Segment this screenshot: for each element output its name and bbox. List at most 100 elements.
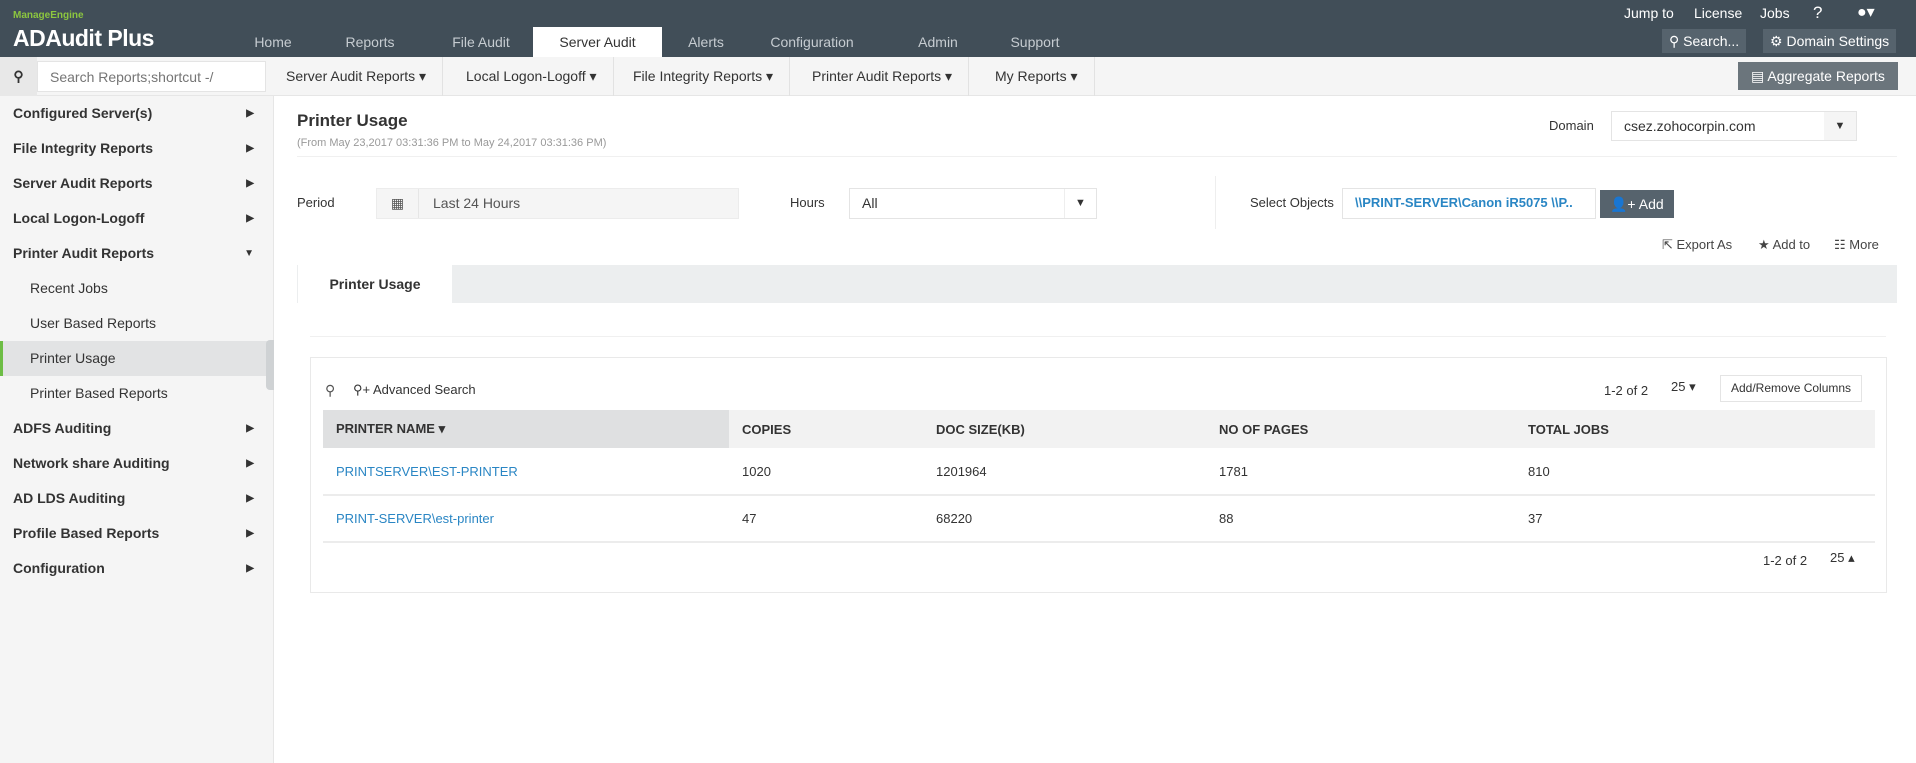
sidebar-item-user-based-reports[interactable]: User Based Reports — [0, 306, 274, 341]
tab-file-audit[interactable]: File Audit — [440, 27, 522, 57]
quick-search-icon[interactable]: ⚲ — [325, 382, 335, 399]
top-bar: ManageEngine ADAudit Plus Home Reports Fil… — [0, 0, 1916, 57]
more-button[interactable]: ☷ More — [1834, 237, 1879, 253]
jump-to-link[interactable]: Jump to — [1624, 4, 1674, 22]
caret-right-icon: ▶ — [246, 108, 254, 119]
add-to-button[interactable]: ★ Add to — [1758, 237, 1810, 253]
column-header: TOTAL JOBS — [1528, 421, 1609, 437]
report-tab-bar: Printer Usage — [297, 265, 1897, 303]
advanced-search-button[interactable]: ⚲+ Advanced Search — [353, 382, 476, 398]
report-table: PRINTER NAME ▾ COPIES DOC SIZE(KB) NO OF PA… — [323, 410, 1875, 543]
sidebar-item-configured-server-s-[interactable]: Configured Server(s) ▶ — [0, 96, 274, 131]
page-size-select-bottom[interactable]: 25 ▴ — [1830, 550, 1855, 566]
table-cell: 68220 — [936, 511, 973, 526]
subnav-local-logon-logoff[interactable]: Local Logon-Logoff ▾ — [450, 57, 614, 96]
help-icon[interactable]: ? — [1813, 4, 1822, 22]
page-size-select[interactable]: 25 ▾ — [1671, 379, 1696, 395]
subnav-my-reports[interactable]: My Reports ▾ — [979, 57, 1095, 96]
report-search-input[interactable] — [37, 61, 266, 92]
sidebar-item-ad-lds-auditing[interactable]: AD LDS Auditing ▶ — [0, 481, 274, 516]
sidebar: Configured Server(s) ▶ File Integrity Repo… — [0, 96, 274, 763]
more-icon: ☷ — [1834, 237, 1850, 252]
table-cell: 1781 — [1219, 463, 1248, 479]
tab-home[interactable]: Home — [240, 27, 306, 57]
chevron-down-icon: ▼ — [1824, 112, 1856, 140]
vendor-logo: ManageEngine — [13, 10, 84, 21]
sort-desc-icon: ▾ — [434, 421, 446, 436]
export-icon: ⇱ — [1662, 237, 1677, 252]
sidebar-item-adfs-auditing[interactable]: ADFS Auditing ▶ — [0, 411, 274, 446]
domain-select[interactable]: csez.zohocorpin.com ▼ — [1611, 111, 1857, 141]
caret-right-icon: ▶ — [246, 458, 254, 469]
product-logo: ADAudit Plus — [13, 25, 154, 51]
sidebar-item-printer-usage[interactable]: Printer Usage — [0, 341, 274, 376]
table-cell: 1201964 — [936, 463, 987, 479]
sidebar-item-recent-jobs[interactable]: Recent Jobs — [0, 271, 274, 306]
jobs-link[interactable]: Jobs — [1760, 4, 1790, 22]
caret-down-icon: ▾ — [415, 68, 427, 84]
caret-right-icon: ▶ — [246, 563, 254, 574]
export-as-button[interactable]: ⇱ Export As — [1662, 237, 1732, 253]
sidebar-item-file-integrity-reports[interactable]: File Integrity Reports ▶ — [0, 131, 274, 166]
column-header: DOC SIZE(KB) — [936, 421, 1025, 437]
add-user-icon: 👤+ — [1610, 196, 1639, 212]
search-plus-icon: ⚲+ — [353, 382, 374, 397]
tab-support[interactable]: Support — [1000, 27, 1070, 57]
hours-select[interactable]: All ▼ — [849, 188, 1097, 219]
date-range: (From May 23,2017 03:31:36 PM to May 24,… — [297, 137, 607, 149]
caret-right-icon: ▶ — [246, 423, 254, 434]
table-cell: 37 — [1528, 511, 1543, 526]
printer-name-link[interactable]: PRINTSERVER\EST-PRINTER — [323, 448, 729, 495]
sidebar-item-configuration[interactable]: Configuration ▶ — [0, 551, 274, 586]
add-remove-columns-button[interactable]: Add/Remove Columns — [1720, 375, 1863, 402]
tab-server-audit[interactable]: Server Audit — [533, 27, 662, 57]
sidebar-item-network-share-auditing[interactable]: Network share Auditing ▶ — [0, 446, 274, 481]
table-cell: 47 — [742, 511, 757, 526]
period-select[interactable]: ▦ Last 24 Hours — [376, 188, 739, 219]
sidebar-item-server-audit-reports[interactable]: Server Audit Reports ▶ — [0, 166, 274, 201]
search-icon: ⚲ — [1669, 33, 1684, 49]
tab-reports[interactable]: Reports — [335, 27, 405, 57]
sidebar-item-local-logon-logoff[interactable]: Local Logon-Logoff ▶ — [0, 201, 274, 236]
caret-down-icon: ▾ — [762, 68, 774, 84]
divider — [310, 336, 1886, 337]
add-objects-button[interactable]: 👤+ Add — [1600, 190, 1674, 218]
subnav-server-audit-reports[interactable]: Server Audit Reports ▾ — [270, 57, 444, 96]
column-header[interactable]: PRINTER NAME ▾ — [323, 410, 729, 448]
caret-down-icon: ▾ — [941, 68, 953, 84]
select-objects-label: Select Objects — [1250, 195, 1334, 210]
license-link[interactable]: License — [1694, 4, 1742, 22]
sidebar-item-printer-based-reports[interactable]: Printer Based Reports — [0, 376, 274, 411]
subnav-file-integrity-reports[interactable]: File Integrity Reports ▾ — [617, 57, 791, 96]
sidebar-item-profile-based-reports[interactable]: Profile Based Reports ▶ — [0, 516, 274, 551]
tab-admin[interactable]: Admin — [903, 27, 973, 57]
caret-down-icon: ▼ — [244, 248, 254, 259]
column-header: COPIES — [742, 421, 792, 437]
table-row: PRINTSERVER\EST-PRINTER 1020 1201964 1781 81… — [323, 448, 1875, 495]
sidebar-item-printer-audit-reports[interactable]: Printer Audit Reports ▼ — [0, 236, 274, 271]
domain-settings-button[interactable]: ⚙ Domain Settings — [1763, 29, 1897, 53]
global-search-button[interactable]: ⚲ Search... — [1662, 29, 1747, 53]
table-cell: 88 — [1219, 511, 1234, 526]
selected-objects-field[interactable]: \\PRINT-SERVER\Canon iR5075 \\P.. — [1342, 188, 1596, 219]
calendar-icon: ▦ — [377, 189, 419, 218]
caret-right-icon: ▶ — [246, 528, 254, 539]
pagination-info-bottom: 1-2 of 2 — [1763, 553, 1808, 568]
printer-name-link[interactable]: PRINT-SERVER\est-printer — [323, 495, 729, 542]
caret-down-icon: ▾ — [585, 68, 597, 84]
sidebar-collapse-handle[interactable] — [266, 340, 274, 390]
user-avatar-icon[interactable]: ●▾ — [1857, 4, 1875, 22]
report-table-panel: ⚲ ⚲+ Advanced Search 1-2 of 2 25 ▾ Add/R… — [310, 357, 1887, 593]
hours-label: Hours — [790, 195, 825, 210]
caret-right-icon: ▶ — [246, 143, 254, 154]
subnav-printer-audit-reports[interactable]: Printer Audit Reports ▾ — [796, 57, 970, 96]
pagination-info: 1-2 of 2 — [1604, 383, 1649, 398]
aggregate-reports-button[interactable]: ▤ Aggregate Reports — [1738, 62, 1898, 90]
domain-label: Domain — [1549, 118, 1594, 133]
table-row: PRINT-SERVER\est-printer 47 68220 88 37 — [323, 495, 1875, 542]
tab-configuration[interactable]: Configuration — [752, 27, 872, 57]
table-cell: 810 — [1528, 463, 1550, 479]
divider — [1215, 176, 1216, 229]
tab-printer-usage[interactable]: Printer Usage — [298, 265, 452, 303]
tab-alerts[interactable]: Alerts — [668, 27, 744, 57]
